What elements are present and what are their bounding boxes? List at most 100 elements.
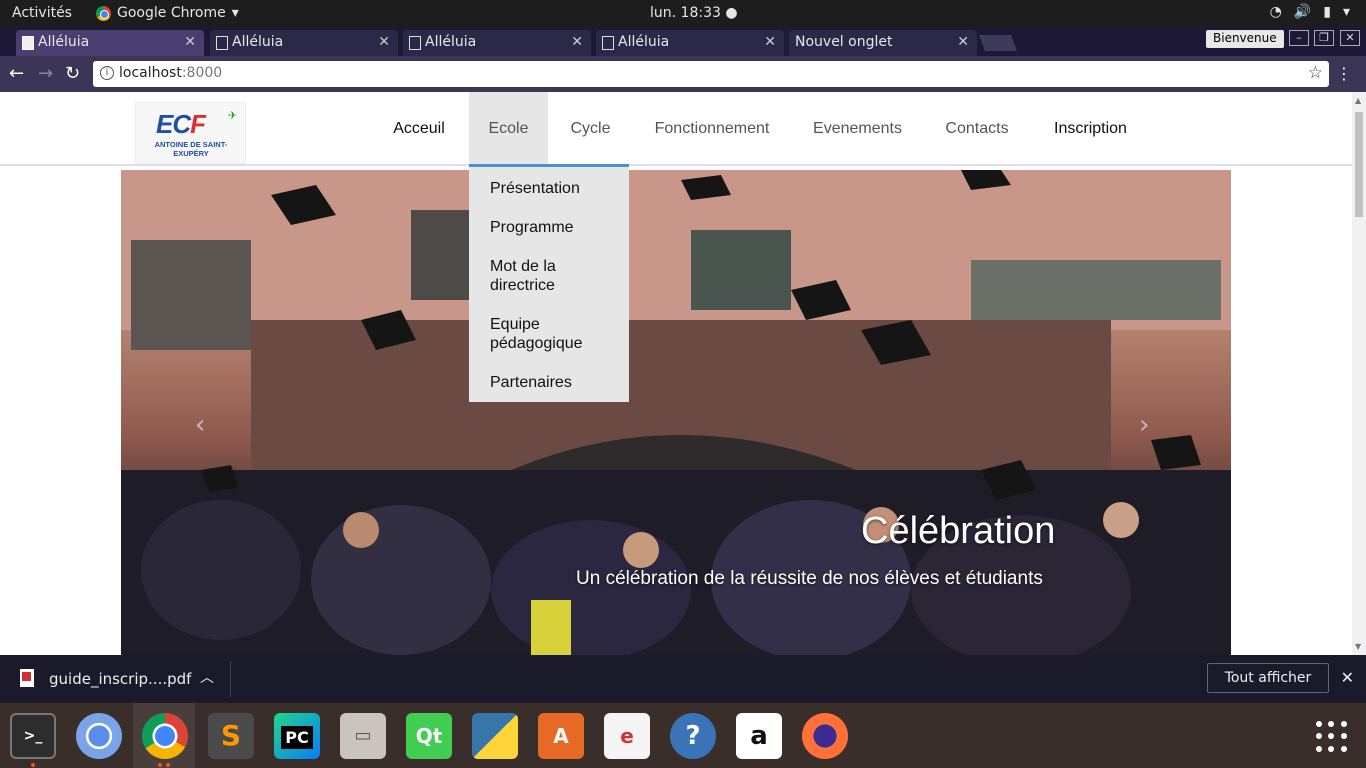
activities-button[interactable]: Activités xyxy=(12,5,72,21)
carousel-caption-subtitle: Un célébration de la réussite de nos élè… xyxy=(576,568,1043,589)
scroll-down-icon[interactable]: ▼ xyxy=(1355,642,1361,651)
qt-creator-icon[interactable]: Qt xyxy=(406,713,452,759)
python-icon[interactable] xyxy=(472,713,518,759)
minimize-icon[interactable]: – xyxy=(1289,30,1309,46)
chrome-icon[interactable] xyxy=(142,713,188,759)
app-menu[interactable]: Google Chrome ▾ xyxy=(96,5,239,21)
download-shelf: guide_inscrip....pdf ︿ Tout afficher ✕ xyxy=(0,655,1366,703)
url-port: :8000 xyxy=(181,65,223,81)
browser-tab[interactable]: Alléluia ✕ xyxy=(16,30,204,56)
nav-label: Contacts xyxy=(945,120,1009,137)
page-scrollbar[interactable]: ▲ ▼ xyxy=(1352,92,1366,655)
chromium-icon[interactable] xyxy=(76,713,122,759)
favicon-icon xyxy=(409,36,421,50)
scroll-up-icon[interactable]: ▲ xyxy=(1355,96,1361,105)
new-tab-button[interactable] xyxy=(979,35,1017,51)
document-viewer-icon[interactable]: e xyxy=(604,713,650,759)
close-tab-icon[interactable]: ✕ xyxy=(764,34,776,50)
nav-inscription[interactable]: Inscription xyxy=(1040,92,1141,164)
file-manager-icon[interactable]: ▭ xyxy=(340,713,386,759)
software-center-icon[interactable]: A xyxy=(538,713,584,759)
carousel-caption-title: Célébration xyxy=(861,510,1056,552)
browser-tab[interactable]: Nouvel onglet ✕ xyxy=(789,30,977,56)
bookmark-star-icon[interactable]: ☆ xyxy=(1308,63,1323,83)
info-icon[interactable]: i xyxy=(100,66,114,80)
carousel-prev-arrow[interactable]: ‹ xyxy=(195,410,205,440)
scrollbar-thumb[interactable] xyxy=(1355,112,1363,217)
chrome-icon xyxy=(96,5,111,21)
show-applications-icon[interactable] xyxy=(1316,721,1348,753)
close-window-icon[interactable]: ✕ xyxy=(1340,30,1360,46)
tab-title: Nouvel onglet xyxy=(795,34,893,50)
nav-label: Fonctionnement xyxy=(654,120,770,137)
pdf-file-icon xyxy=(20,669,34,687)
battery-icon: ▮ xyxy=(1323,4,1331,20)
hero-carousel: ‹ › Célébration Un célébration de la réu… xyxy=(121,170,1231,655)
system-top-bar: Activités Google Chrome ▾ lun. 18:33 ● ◔… xyxy=(0,0,1366,27)
tab-title: Alléluia xyxy=(425,34,477,50)
dropdown-item-programme[interactable]: Programme xyxy=(490,218,620,237)
tab-title: Alléluia xyxy=(618,34,670,50)
dropdown-item-equipe[interactable]: Equipe pédagogique xyxy=(490,315,590,353)
browser-tab[interactable]: Alléluia ✕ xyxy=(403,30,591,56)
system-tray[interactable]: ◔ 🔊 ▮ ▾ xyxy=(1270,4,1350,20)
dropdown-item-presentation[interactable]: Présentation xyxy=(490,179,620,198)
amazon-icon[interactable]: a xyxy=(736,713,782,759)
page-viewport: ECF ✈ ANTOINE DE SAINT-EXUPÉRY Acceuil E… xyxy=(0,92,1366,655)
nav-label: Ecole xyxy=(488,120,529,137)
dropdown-item-mot-directrice[interactable]: Mot de la directrice xyxy=(490,257,580,295)
pycharm-icon[interactable]: PC xyxy=(274,713,320,759)
nav-fonctionnement[interactable]: Fonctionnement xyxy=(640,92,784,164)
clock-text: lun. 18:33 xyxy=(650,5,721,21)
close-tab-icon[interactable]: ✕ xyxy=(378,34,390,50)
favicon-icon xyxy=(602,36,614,50)
nav-label: Evenements xyxy=(813,120,902,137)
profile-button[interactable]: Bienvenue xyxy=(1206,30,1284,48)
running-indicator xyxy=(166,763,170,767)
close-tab-icon[interactable]: ✕ xyxy=(571,34,583,50)
favicon-icon xyxy=(216,36,228,50)
nav-ecole[interactable]: Ecole xyxy=(469,92,548,164)
wifi-icon: ◔ xyxy=(1269,4,1282,20)
reload-icon[interactable]: ↻ xyxy=(65,63,80,84)
close-shelf-icon[interactable]: ✕ xyxy=(1341,668,1354,687)
terminal-icon[interactable]: >_ xyxy=(10,713,56,759)
site-navbar: ECF ✈ ANTOINE DE SAINT-EXUPÉRY Acceuil E… xyxy=(0,92,1352,166)
close-tab-icon[interactable]: ✕ xyxy=(184,34,196,50)
chevron-down-icon: ▾ xyxy=(1342,4,1350,20)
bird-icon: ✈ xyxy=(228,109,238,122)
chrome-menu-icon[interactable]: ⋮ xyxy=(1336,64,1352,83)
browser-tab[interactable]: Alléluia ✕ xyxy=(596,30,784,56)
logo-title: ECF xyxy=(156,109,206,139)
browser-tab[interactable]: Alléluia ✕ xyxy=(210,30,398,56)
running-indicator xyxy=(31,763,35,767)
carousel-next-arrow[interactable]: › xyxy=(1139,410,1149,440)
sublime-text-icon[interactable]: S xyxy=(208,713,254,759)
url-text: localhost:8000 xyxy=(119,65,222,81)
help-icon[interactable]: ? xyxy=(670,713,716,759)
nav-label: Acceuil xyxy=(393,120,445,137)
address-bar[interactable]: i localhost:8000 ☆ xyxy=(93,61,1329,87)
tab-title: Alléluia xyxy=(232,34,284,50)
nav-label: Inscription xyxy=(1054,120,1127,137)
firefox-icon[interactable] xyxy=(802,713,848,759)
forward-arrow-icon[interactable]: → xyxy=(38,63,53,84)
maximize-icon[interactable]: ❐ xyxy=(1314,30,1334,46)
nav-acceuil[interactable]: Acceuil xyxy=(379,92,459,164)
clock[interactable]: lun. 18:33 ● xyxy=(650,5,738,21)
close-tab-icon[interactable]: ✕ xyxy=(957,34,969,50)
chevron-up-icon[interactable]: ︿ xyxy=(200,667,214,687)
ecole-dropdown-menu: Présentation Programme Mot de la directr… xyxy=(469,164,629,402)
ubuntu-dock: >_ S PC ▭ Qt A e ? a xyxy=(0,703,1366,768)
logo-subtitle: ANTOINE DE SAINT-EXUPÉRY xyxy=(154,140,228,158)
nav-cycle[interactable]: Cycle xyxy=(557,92,624,164)
dropdown-item-partenaires[interactable]: Partenaires xyxy=(490,373,620,392)
nav-contacts[interactable]: Contacts xyxy=(931,92,1023,164)
favicon-icon xyxy=(22,36,34,50)
school-logo[interactable]: ECF ✈ ANTOINE DE SAINT-EXUPÉRY xyxy=(135,102,246,164)
back-arrow-icon[interactable]: ← xyxy=(9,63,24,84)
volume-icon: 🔊 xyxy=(1293,4,1312,20)
nav-evenements[interactable]: Evenements xyxy=(800,92,915,164)
show-all-downloads-button[interactable]: Tout afficher xyxy=(1207,663,1329,693)
download-file-name[interactable]: guide_inscrip....pdf xyxy=(49,670,191,688)
